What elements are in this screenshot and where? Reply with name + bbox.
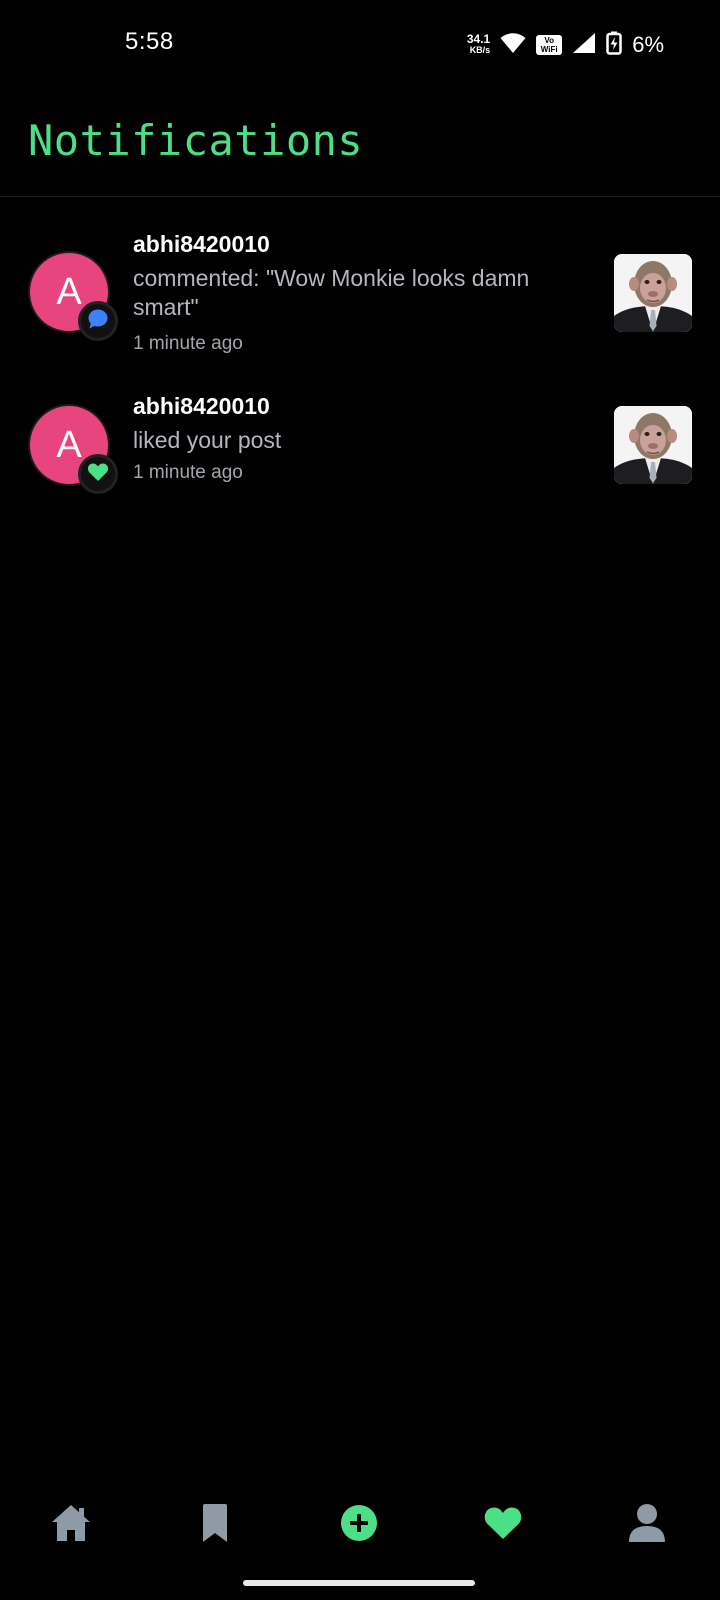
vowifi-bottom-label: WiFi bbox=[540, 45, 558, 54]
bottom-nav bbox=[0, 1490, 720, 1560]
page-title: Notifications bbox=[28, 116, 364, 165]
nav-home[interactable] bbox=[46, 1500, 96, 1550]
bookmark-icon bbox=[200, 1503, 230, 1548]
vowifi-top-label: Vo bbox=[544, 36, 555, 45]
notification-message: commented: "Wow Monkie looks damn smart" bbox=[133, 265, 530, 320]
nav-add-post[interactable] bbox=[334, 1500, 384, 1550]
post-thumbnail[interactable] bbox=[614, 406, 692, 484]
heart-icon bbox=[483, 1505, 523, 1546]
post-thumbnail[interactable] bbox=[614, 254, 692, 332]
like-badge bbox=[78, 454, 118, 494]
notification-time: 1 minute ago bbox=[133, 462, 243, 483]
nav-profile[interactable] bbox=[622, 1500, 672, 1550]
avatar-letter: A bbox=[56, 423, 82, 466]
battery-charging-icon bbox=[606, 31, 622, 60]
network-speed-value: 34.1 bbox=[466, 32, 491, 46]
home-icon bbox=[50, 1503, 92, 1548]
notification-item[interactable]: A abhi8420010 commented: "Wow Monkie loo… bbox=[0, 230, 720, 360]
status-icons: 34.1 KB/s Vo WiFi 6% bbox=[467, 30, 664, 60]
notification-username[interactable]: abhi8420010 bbox=[133, 392, 573, 420]
comment-icon bbox=[87, 308, 109, 335]
network-speed: 34.1 KB/s bbox=[466, 32, 491, 56]
comment-badge bbox=[78, 301, 118, 341]
nav-bookmarks[interactable] bbox=[190, 1500, 240, 1550]
cell-signal-icon bbox=[572, 32, 596, 59]
status-bar: 5:58 34.1 KB/s Vo WiFi 6% bbox=[0, 0, 720, 92]
notification-text: abhi8420010 liked your post 1 minute ago bbox=[133, 392, 573, 485]
notification-username[interactable]: abhi8420010 bbox=[133, 230, 573, 258]
header-divider bbox=[0, 196, 720, 197]
add-post-icon bbox=[340, 1504, 378, 1547]
network-speed-unit: KB/s bbox=[469, 45, 491, 55]
notification-time: 1 minute ago bbox=[133, 333, 243, 354]
battery-percent: 6% bbox=[632, 32, 664, 57]
home-indicator[interactable] bbox=[243, 1580, 475, 1586]
heart-icon bbox=[87, 462, 109, 487]
avatar-letter: A bbox=[56, 270, 82, 313]
profile-icon bbox=[628, 1503, 666, 1548]
vowifi-icon: Vo WiFi bbox=[536, 35, 563, 55]
notification-message: liked your post bbox=[133, 427, 282, 453]
notification-item[interactable]: A abhi8420010 liked your post 1 minute a… bbox=[0, 393, 720, 498]
status-time: 5:58 bbox=[125, 28, 174, 55]
wifi-icon bbox=[500, 32, 526, 59]
nav-notifications[interactable] bbox=[478, 1500, 528, 1550]
notification-text: abhi8420010 commented: "Wow Monkie looks… bbox=[133, 230, 573, 356]
